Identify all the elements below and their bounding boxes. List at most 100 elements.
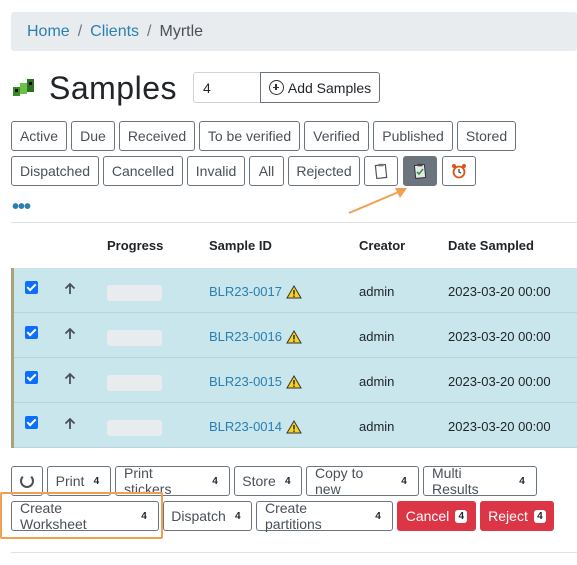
filter-received[interactable]: Received (119, 121, 195, 151)
breadcrumb: Home / Clients / Myrtle (11, 12, 577, 51)
filter-dispatched[interactable]: Dispatched (11, 156, 99, 186)
warning-icon (286, 419, 302, 433)
store-button[interactable]: Store 4 (234, 466, 302, 496)
samples-icon (11, 77, 37, 99)
filter-due[interactable]: Due (71, 121, 115, 151)
filter-print-queue[interactable] (403, 156, 437, 186)
arrow-up-icon[interactable] (63, 417, 77, 431)
date-sampled-cell: 2023-03-20 00:00 (448, 374, 551, 389)
refresh-icon (20, 474, 34, 488)
print-stickers-label: Print stickers (124, 465, 172, 497)
arrow-up-icon[interactable] (63, 372, 77, 386)
filter-cancelled[interactable]: Cancelled (103, 156, 183, 186)
alarm-clock-icon (452, 164, 466, 179)
row-checkbox[interactable] (25, 416, 38, 429)
filter-alarm[interactable] (442, 156, 476, 186)
count-badge: 4 (398, 474, 410, 488)
create-worksheet-label: Create Worksheet (20, 500, 87, 532)
table-divider (11, 222, 577, 223)
sample-id-text[interactable]: BLR23-0014 (209, 419, 282, 434)
breadcrumb-clients[interactable]: Clients (90, 23, 139, 41)
arrow-up-icon[interactable] (63, 327, 77, 341)
sample-id-link[interactable]: BLR23-0017 (209, 284, 302, 299)
count-badge: 4 (138, 509, 150, 523)
table-row[interactable]: BLR23-0017 admin 2023-03-20 00:00 (14, 268, 577, 313)
filter-rejected[interactable]: Rejected (288, 156, 360, 186)
count-badge: 4 (209, 474, 221, 488)
warning-icon (286, 374, 302, 388)
filter-verified[interactable]: Verified (304, 121, 369, 151)
sample-id-text[interactable]: BLR23-0017 (209, 284, 282, 299)
filter-all[interactable]: All (249, 156, 284, 186)
breadcrumb-separator: / (77, 22, 83, 40)
filter-to-be-verified[interactable]: To be verified (199, 121, 300, 151)
refresh-button[interactable] (11, 466, 43, 496)
progress-bar (107, 330, 162, 346)
count-badge: 4 (231, 509, 244, 523)
sample-id-link[interactable]: BLR23-0014 (209, 419, 302, 434)
row-checkbox[interactable] (25, 371, 38, 384)
creator-cell: admin (359, 419, 395, 434)
bottom-divider (11, 552, 577, 553)
breadcrumb-home[interactable]: Home (27, 23, 70, 41)
filter-stored[interactable]: Stored (457, 121, 516, 151)
multi-results-label: Multi Results (432, 465, 479, 497)
breadcrumb-current: Myrtle (159, 22, 204, 40)
filter-clipboard[interactable] (364, 156, 398, 186)
sample-id-text[interactable]: BLR23-0015 (209, 374, 282, 389)
breadcrumb-separator: / (147, 22, 152, 40)
clipboard-icon (374, 163, 388, 179)
sample-count-input[interactable] (193, 72, 261, 103)
add-samples-label: Add Samples (287, 79, 372, 96)
print-button[interactable]: Print 4 (47, 466, 111, 496)
header-date-sampled[interactable]: Date Sampled (448, 238, 534, 253)
table-body: BLR23-0017 admin 2023-03-20 00:00 BLR23-… (11, 268, 577, 448)
create-partitions-button[interactable]: Create partitions 4 (256, 500, 393, 532)
page-header: Samples (11, 70, 177, 106)
multi-results-button[interactable]: Multi Results 4 (423, 465, 537, 497)
page-title: Samples (49, 69, 177, 106)
copy-to-new-label: Copy to new (315, 465, 364, 497)
create-partitions-label: Create partitions (265, 500, 322, 532)
dispatch-label: Dispatch (171, 508, 226, 524)
table-row[interactable]: BLR23-0015 admin 2023-03-20 00:00 (14, 358, 577, 403)
reject-button[interactable]: Reject 4 (480, 501, 554, 531)
count-badge: 4 (281, 474, 294, 488)
print-stickers-button[interactable]: Print stickers 4 (115, 465, 230, 497)
table-row[interactable]: BLR23-0016 admin 2023-03-20 00:00 (14, 313, 577, 358)
header-creator[interactable]: Creator (359, 238, 405, 253)
progress-bar (107, 420, 162, 436)
progress-bar (107, 375, 162, 391)
warning-icon (286, 329, 302, 343)
copy-to-new-button[interactable]: Copy to new 4 (306, 465, 419, 497)
filter-invalid[interactable]: Invalid (187, 156, 245, 186)
row-checkbox[interactable] (25, 281, 38, 294)
print-queue-icon (413, 163, 427, 179)
create-worksheet-button[interactable]: Create Worksheet 4 (11, 500, 159, 532)
header-progress[interactable]: Progress (107, 238, 163, 253)
add-samples-button[interactable]: Add Samples (260, 72, 380, 103)
header-sample-id[interactable]: Sample ID (209, 238, 272, 253)
arrow-up-icon[interactable] (63, 282, 77, 296)
store-label: Store (242, 473, 276, 489)
sample-id-text[interactable]: BLR23-0016 (209, 329, 282, 344)
table-row[interactable]: BLR23-0014 admin 2023-03-20 00:00 (14, 403, 577, 448)
count-badge: 4 (516, 474, 528, 488)
warning-icon (286, 284, 302, 298)
print-label: Print (55, 473, 85, 489)
dispatch-button[interactable]: Dispatch 4 (163, 501, 252, 531)
cancel-button[interactable]: Cancel 4 (397, 501, 476, 531)
creator-cell: admin (359, 284, 395, 299)
count-badge: 4 (533, 509, 546, 523)
filter-published[interactable]: Published (373, 121, 453, 151)
row-checkbox[interactable] (25, 326, 38, 339)
table-header: Progress Sample ID Creator Date Sampled (11, 232, 577, 260)
sample-id-link[interactable]: BLR23-0016 (209, 329, 302, 344)
reject-label: Reject (488, 508, 528, 524)
more-options-icon[interactable]: ••• (12, 197, 31, 217)
date-sampled-cell: 2023-03-20 00:00 (448, 329, 551, 344)
sample-id-link[interactable]: BLR23-0015 (209, 374, 302, 389)
filter-active[interactable]: Active (11, 121, 67, 151)
cancel-label: Cancel (405, 508, 450, 524)
plus-circle-icon (268, 80, 284, 95)
